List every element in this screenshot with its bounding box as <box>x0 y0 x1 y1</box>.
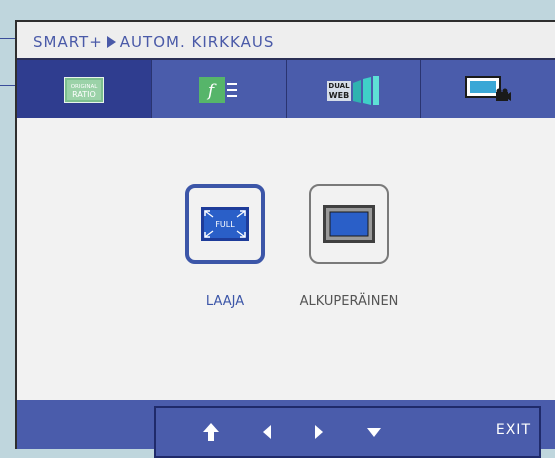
content-area: FULL LAAJA ALKUPERÄINEN <box>17 118 555 400</box>
dual-web-line1: DUAL <box>329 82 351 90</box>
tab-bar: ORIGINAL RATIO f DUAL WEB <box>17 58 555 120</box>
nav-left-button[interactable] <box>252 418 282 446</box>
tab-f-engine[interactable]: f <box>152 60 287 120</box>
osd-menu: SMART+ AUTOM. KIRKKAUS ORIGINAL RATIO f <box>15 20 555 458</box>
nav-down-button[interactable] <box>359 418 389 446</box>
full-badge: FULL <box>215 220 235 229</box>
option-alkuperainen-button[interactable] <box>309 184 389 264</box>
breadcrumb-submenu: AUTOM. KIRKKAUS <box>119 33 275 51</box>
nav-up-button[interactable] <box>196 418 226 446</box>
original-screen-icon <box>323 205 375 243</box>
exit-button[interactable]: EXIT <box>496 422 531 438</box>
backdrop-line-bottom <box>0 85 15 86</box>
original-ratio-icon: ORIGINAL RATIO <box>63 77 104 103</box>
option-laaja-button[interactable]: FULL <box>185 184 265 264</box>
video-screen-icon <box>465 76 512 101</box>
breadcrumb: SMART+ AUTOM. KIRKKAUS <box>17 22 555 58</box>
left-arrow-icon <box>263 425 271 439</box>
full-screen-icon: FULL <box>201 207 249 241</box>
nav-right-button[interactable] <box>304 418 334 446</box>
bottom-bar: EXIT <box>17 400 555 458</box>
option-laaja-label: LAAJA <box>205 294 245 309</box>
backdrop-line-top <box>0 38 15 39</box>
dual-web-line2: WEB <box>329 91 349 100</box>
up-arrow-icon <box>203 423 219 441</box>
breadcrumb-menu: SMART+ <box>33 33 103 51</box>
breadcrumb-arrow-icon <box>106 36 116 48</box>
right-arrow-icon <box>315 425 323 439</box>
dual-web-icon: DUAL WEB <box>327 76 380 105</box>
tab-dual-web[interactable]: DUAL WEB <box>287 60 422 120</box>
original-ratio-line2: RATIO <box>72 90 96 99</box>
tab-picture-in-picture[interactable] <box>421 60 555 120</box>
nav-controls: EXIT <box>154 406 541 458</box>
tab-original-ratio[interactable]: ORIGINAL RATIO <box>17 60 152 120</box>
option-alkuperainen-label: ALKUPERÄINEN <box>299 294 399 309</box>
down-arrow-icon <box>367 428 381 437</box>
f-engine-icon: f <box>198 77 237 103</box>
